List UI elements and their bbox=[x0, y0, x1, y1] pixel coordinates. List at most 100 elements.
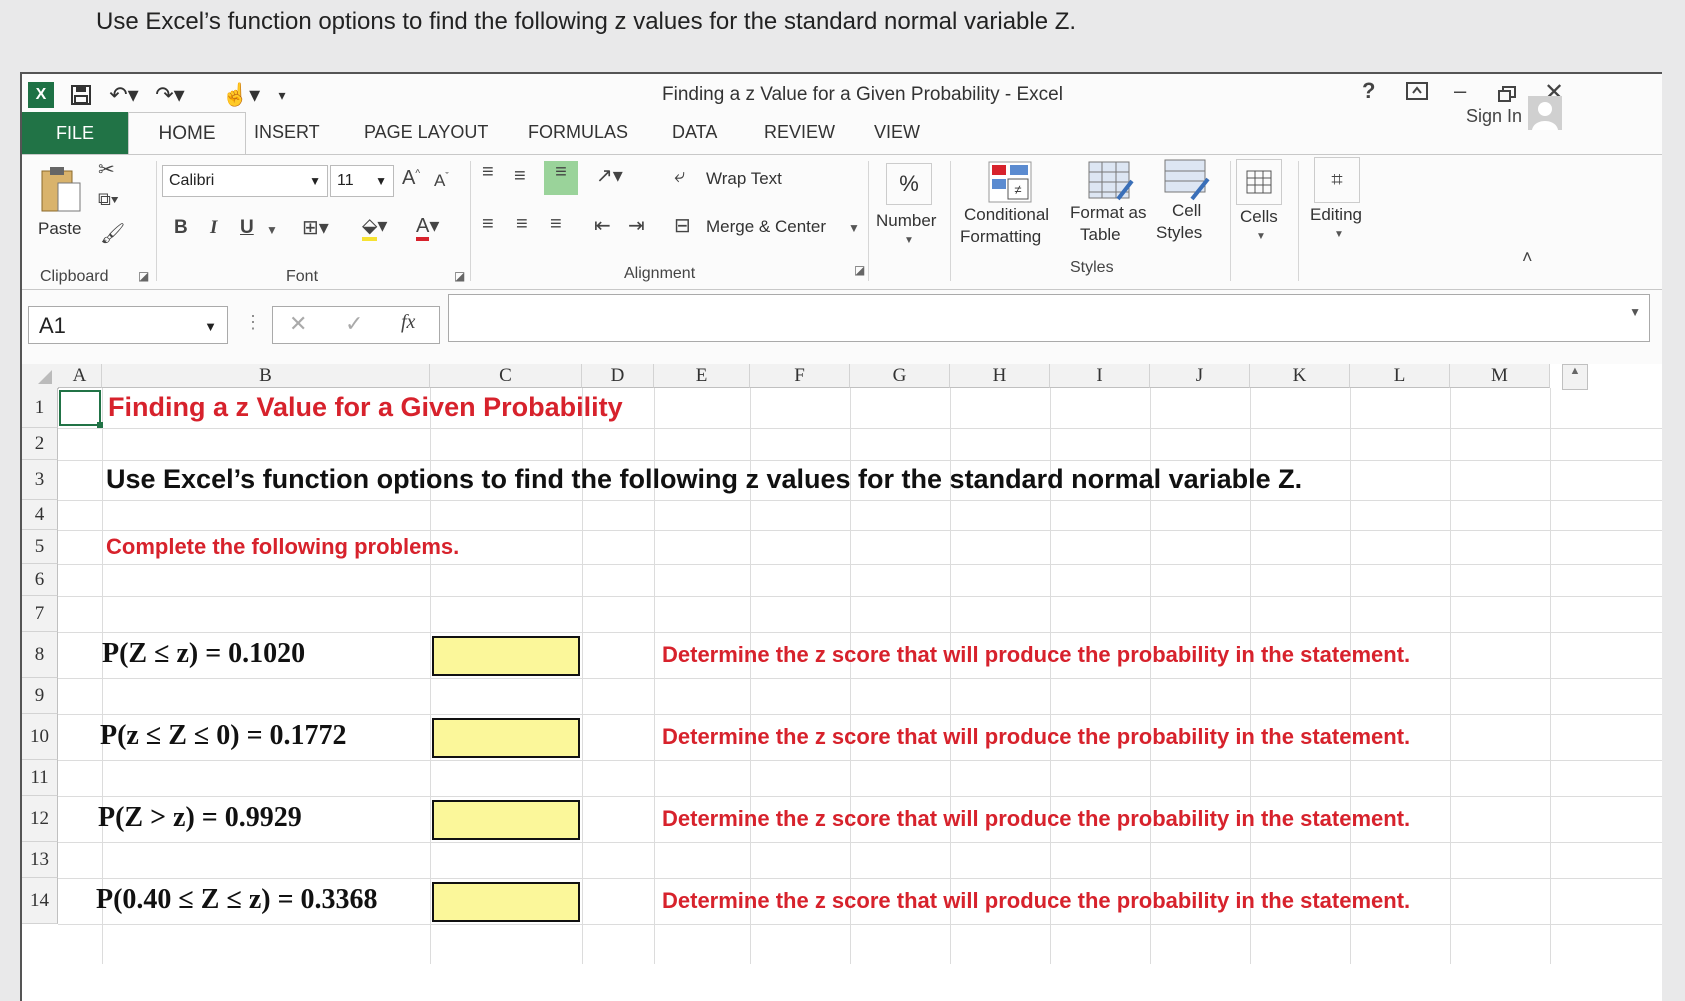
undo-icon[interactable]: ↶▾ bbox=[104, 80, 144, 110]
column-header-j[interactable]: J bbox=[1150, 364, 1250, 388]
save-icon[interactable] bbox=[66, 80, 96, 110]
number-button[interactable]: Number bbox=[876, 211, 936, 231]
alignment-launcher-icon[interactable]: ◪ bbox=[854, 263, 865, 277]
formula-input[interactable]: ▼ bbox=[448, 294, 1650, 342]
paste-icon[interactable] bbox=[38, 163, 82, 213]
paste-button[interactable]: Paste bbox=[38, 219, 81, 239]
wrap-text-button[interactable]: Wrap Text bbox=[706, 169, 782, 189]
column-header-b[interactable]: B bbox=[102, 364, 430, 388]
tab-data[interactable]: DATA bbox=[672, 122, 717, 143]
tab-insert[interactable]: INSERT bbox=[254, 122, 320, 143]
collapse-ribbon-icon[interactable]: ˄ bbox=[1522, 247, 1533, 268]
customize-qat-icon[interactable]: ▾ bbox=[272, 80, 292, 110]
row-header-12[interactable]: 12 bbox=[22, 796, 58, 842]
conditional-formatting-label-2[interactable]: Formatting bbox=[960, 227, 1041, 247]
top-align-icon[interactable]: ≡ bbox=[482, 161, 494, 184]
fill-color-icon[interactable]: ⬙▾ bbox=[362, 213, 387, 241]
tab-page-layout[interactable]: PAGE LAYOUT bbox=[364, 122, 488, 143]
column-header-h[interactable]: H bbox=[950, 364, 1050, 388]
font-launcher-icon[interactable]: ◪ bbox=[454, 269, 465, 283]
column-header-i[interactable]: I bbox=[1050, 364, 1150, 388]
cell-styles-label-1[interactable]: Cell bbox=[1172, 201, 1201, 221]
font-name-select[interactable]: Calibri ▼ bbox=[162, 165, 328, 197]
scroll-up-icon[interactable]: ▲ bbox=[1562, 364, 1588, 390]
merge-center-button[interactable]: Merge & Center bbox=[706, 217, 826, 237]
sign-in-link[interactable]: Sign In bbox=[1466, 106, 1522, 127]
cells-icon[interactable] bbox=[1236, 159, 1282, 205]
answer-cell-4[interactable] bbox=[432, 882, 580, 922]
row-header-8[interactable]: 8 bbox=[22, 632, 58, 678]
underline-button[interactable]: U bbox=[240, 217, 254, 239]
bold-button[interactable]: B bbox=[174, 217, 188, 239]
avatar[interactable] bbox=[1528, 96, 1562, 130]
row-header-3[interactable]: 3 bbox=[22, 460, 58, 500]
tab-review[interactable]: REVIEW bbox=[764, 122, 835, 143]
row-header-10[interactable]: 10 bbox=[22, 714, 58, 760]
help-icon[interactable]: ? bbox=[1362, 78, 1375, 104]
answer-cell-3[interactable] bbox=[432, 800, 580, 840]
tab-formulas[interactable]: FORMULAS bbox=[528, 122, 628, 143]
touch-mode-icon[interactable]: ☝▾ bbox=[216, 80, 266, 110]
answer-cell-2[interactable] bbox=[432, 718, 580, 758]
format-as-table-label-1[interactable]: Format as bbox=[1070, 203, 1147, 223]
middle-align-icon[interactable]: ≡ bbox=[514, 165, 526, 188]
borders-icon[interactable]: ⊞▾ bbox=[302, 215, 329, 240]
column-header-g[interactable]: G bbox=[850, 364, 950, 388]
insert-function-icon[interactable]: fx bbox=[401, 311, 415, 334]
align-left-icon[interactable]: ≡ bbox=[482, 213, 494, 236]
answer-cell-1[interactable] bbox=[432, 636, 580, 676]
italic-button[interactable]: I bbox=[210, 217, 217, 239]
decrease-font-icon[interactable]: Aˇ bbox=[434, 171, 449, 191]
conditional-formatting-icon[interactable]: ≠ bbox=[988, 161, 1032, 203]
formula-bar-grip-icon[interactable]: ⋮ bbox=[244, 312, 262, 333]
column-header-e[interactable]: E bbox=[654, 364, 750, 388]
select-all-button[interactable] bbox=[22, 364, 59, 389]
row-header-13[interactable]: 13 bbox=[22, 842, 58, 878]
decrease-indent-icon[interactable]: ⇤ bbox=[594, 213, 611, 238]
increase-indent-icon[interactable]: ⇥ bbox=[628, 213, 645, 238]
cells-button[interactable]: Cells bbox=[1240, 207, 1278, 227]
font-size-select[interactable]: 11 ▼ bbox=[330, 165, 394, 197]
tab-view[interactable]: VIEW bbox=[874, 122, 920, 143]
row-header-14[interactable]: 14 bbox=[22, 878, 58, 924]
copy-icon[interactable]: ⧉▾ bbox=[98, 189, 118, 210]
column-header-d[interactable]: D bbox=[582, 364, 654, 388]
cell-styles-label-2[interactable]: Styles bbox=[1156, 223, 1202, 243]
format-as-table-label-2[interactable]: Table bbox=[1080, 225, 1121, 245]
redo-icon[interactable]: ↷▾ bbox=[150, 80, 190, 110]
row-header-4[interactable]: 4 bbox=[22, 500, 58, 530]
restore-icon[interactable] bbox=[1498, 82, 1516, 108]
font-color-icon[interactable]: A▾ bbox=[416, 213, 439, 241]
tab-file[interactable]: FILE bbox=[22, 112, 128, 154]
chevron-down-icon[interactable]: ▼ bbox=[848, 221, 860, 235]
fill-handle[interactable] bbox=[97, 422, 103, 428]
row-header-1[interactable]: 1 bbox=[22, 388, 58, 428]
enter-icon[interactable]: ✓ bbox=[345, 311, 363, 337]
row-header-2[interactable]: 2 bbox=[22, 428, 58, 460]
column-header-a[interactable]: A bbox=[58, 364, 102, 388]
find-binoculars-icon[interactable]: ⌗ bbox=[1314, 157, 1360, 203]
column-header-l[interactable]: L bbox=[1350, 364, 1450, 388]
row-header-5[interactable]: 5 bbox=[22, 530, 58, 564]
row-header-7[interactable]: 7 bbox=[22, 596, 58, 632]
orientation-icon[interactable]: ↗▾ bbox=[596, 163, 623, 188]
row-header-11[interactable]: 11 bbox=[22, 760, 58, 796]
increase-font-icon[interactable]: A^ bbox=[402, 167, 420, 190]
percent-icon[interactable]: % bbox=[886, 163, 932, 205]
conditional-formatting-label-1[interactable]: Conditional bbox=[964, 205, 1049, 225]
chevron-down-icon[interactable]: ▼ bbox=[266, 223, 278, 237]
cell-styles-icon[interactable] bbox=[1164, 159, 1210, 201]
bottom-align-icon[interactable]: ≡ bbox=[544, 161, 578, 195]
row-header-6[interactable]: 6 bbox=[22, 564, 58, 596]
cut-icon[interactable]: ✂ bbox=[98, 157, 115, 182]
column-header-c[interactable]: C bbox=[430, 364, 582, 388]
align-center-icon[interactable]: ≡ bbox=[516, 213, 528, 236]
column-header-f[interactable]: F bbox=[750, 364, 850, 388]
format-as-table-icon[interactable] bbox=[1088, 161, 1134, 203]
align-right-icon[interactable]: ≡ bbox=[550, 213, 562, 236]
clipboard-launcher-icon[interactable]: ◪ bbox=[138, 269, 149, 283]
row-header-9[interactable]: 9 bbox=[22, 678, 58, 714]
minimize-icon[interactable]: – bbox=[1454, 78, 1466, 104]
editing-button[interactable]: Editing bbox=[1310, 205, 1362, 225]
name-box[interactable]: A1 ▼ bbox=[28, 306, 228, 344]
